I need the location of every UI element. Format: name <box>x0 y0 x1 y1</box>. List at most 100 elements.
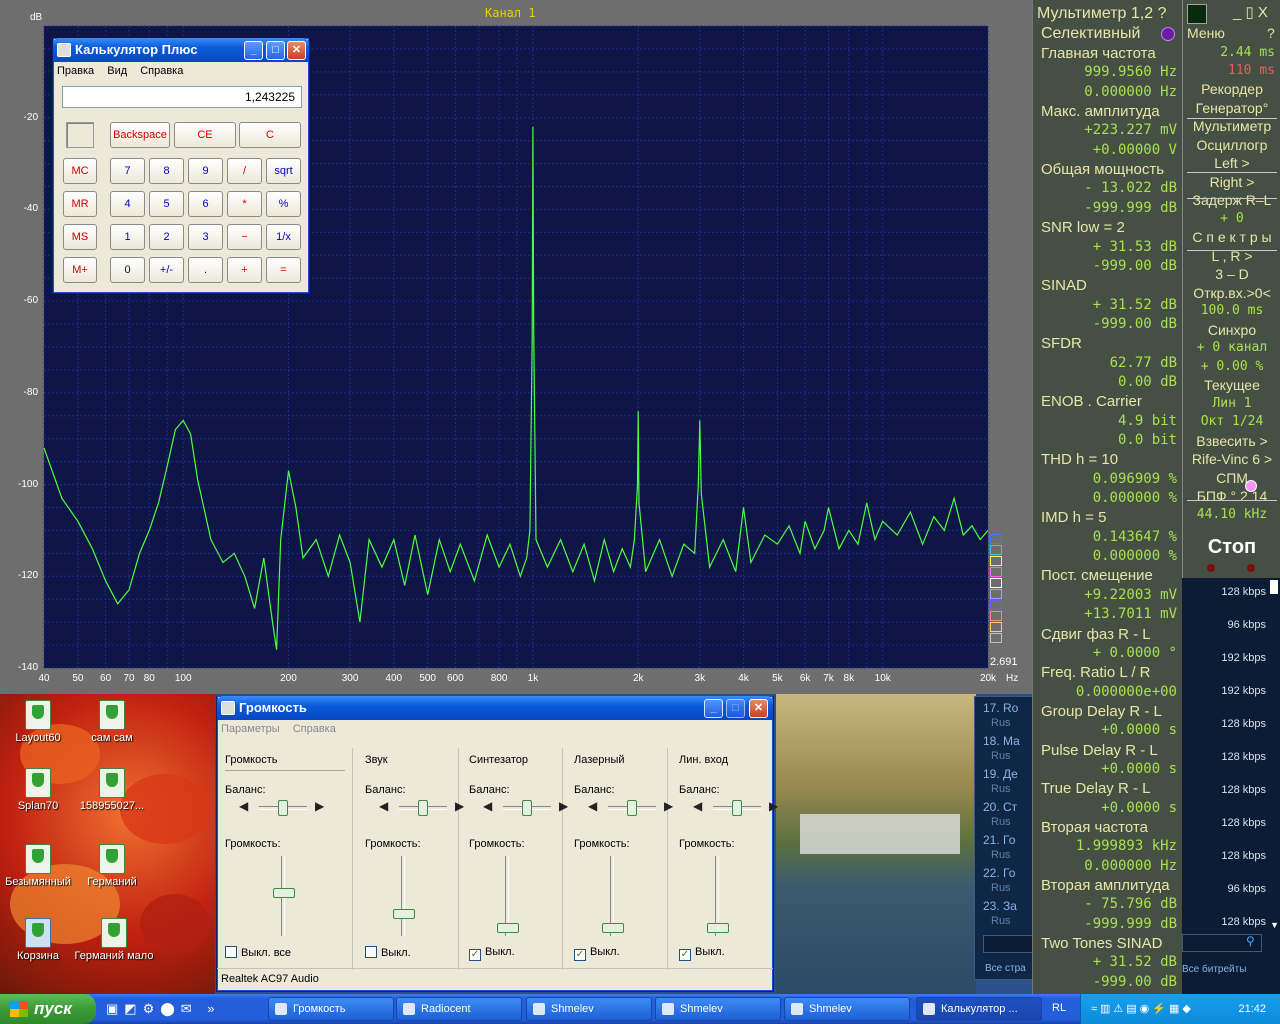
mode-indicator-icon[interactable] <box>1161 27 1175 41</box>
menu-view[interactable]: Вид <box>107 65 127 77</box>
menu-button[interactable]: Меню <box>1187 25 1225 41</box>
calc-key-button[interactable]: 4 <box>110 191 145 217</box>
meter-label[interactable]: Главная частота <box>1041 44 1181 63</box>
balance-slider[interactable] <box>399 800 447 816</box>
bitrate-item[interactable]: 128 kbps <box>1221 586 1266 598</box>
bitrate-item[interactable]: 128 kbps <box>1221 751 1266 763</box>
task-shmelev-2[interactable]: Shmelev <box>655 997 781 1021</box>
calc-key-button[interactable]: 3 <box>188 224 223 250</box>
balance-thumb[interactable] <box>278 800 288 816</box>
meter-label[interactable]: SNR low = 2 <box>1041 218 1181 237</box>
calc-key-button[interactable]: % <box>266 191 301 217</box>
meter-label[interactable]: Two Tones SINAD <box>1041 934 1181 953</box>
mute-checkbox[interactable]: Выкл. <box>365 946 411 959</box>
menu-item[interactable]: Задерж R–L <box>1183 191 1280 209</box>
meter-label[interactable]: Group Delay R - L <box>1041 702 1181 721</box>
meter-label[interactable]: Freq. Ratio L / R <box>1041 663 1181 682</box>
maximize-button[interactable]: □ <box>266 41 285 60</box>
calc-key-button[interactable]: 2 <box>149 224 184 250</box>
volume-thumb[interactable] <box>393 908 415 919</box>
balance-thumb[interactable] <box>627 800 637 816</box>
meter-label[interactable]: SFDR <box>1041 334 1181 353</box>
menu-item[interactable]: СПМ <box>1183 469 1280 487</box>
calculator-display[interactable]: 1,243225 <box>62 86 302 108</box>
radio-station-item[interactable]: 23. За <box>983 899 1017 913</box>
calc-ce-button[interactable]: CE <box>174 122 236 148</box>
language-indicator[interactable]: RL <box>1052 1002 1066 1014</box>
task-shmelev-1[interactable]: Shmelev <box>526 997 652 1021</box>
volume-thumb[interactable] <box>497 922 519 933</box>
volume-thumb[interactable] <box>707 922 729 933</box>
meter-label[interactable]: SINAD <box>1041 276 1181 295</box>
tray-icons[interactable]: ≈▥⚠▤◉⚡▦◆ <box>1081 994 1194 1024</box>
balance-thumb[interactable] <box>522 800 532 816</box>
quick-launch[interactable]: ▣◩⚙⬤✉ » <box>106 1001 256 1017</box>
marker-boxes[interactable] <box>990 534 1002 652</box>
menu-item[interactable]: Синхро <box>1183 321 1280 339</box>
meter-label[interactable]: True Delay R - L <box>1041 779 1181 798</box>
radio-filter-bitrate[interactable]: Все битрейты <box>1182 964 1246 975</box>
bitrate-item[interactable]: 128 kbps <box>1221 718 1266 730</box>
radio-filter-country[interactable]: Все стра <box>985 963 1026 974</box>
calc-backspace-button[interactable]: Backspace <box>110 122 170 148</box>
volume-slider[interactable] <box>707 856 729 936</box>
radio-station-item[interactable]: 19. Де <box>983 767 1018 781</box>
desktop-icon-recycle-bin[interactable]: Корзина <box>0 918 76 962</box>
menu-volume-help[interactable]: Справка <box>293 723 336 735</box>
desktop-icon-untitled[interactable]: Безымянный <box>0 844 76 888</box>
volume-minimize-button[interactable]: _ <box>704 699 723 718</box>
task-volume[interactable]: Громкость <box>268 997 394 1021</box>
calc-key-button[interactable]: 0 <box>110 257 145 283</box>
calc-key-button[interactable]: = <box>266 257 301 283</box>
calc-key-button[interactable]: 1/x <box>266 224 301 250</box>
menu-item[interactable]: 3 – D <box>1183 265 1280 283</box>
calc-key-button[interactable]: 7 <box>110 158 145 184</box>
menu-edit[interactable]: Правка <box>57 65 94 77</box>
bitrate-item[interactable]: 128 kbps <box>1221 916 1266 928</box>
meter-label[interactable]: IMD h = 5 <box>1041 508 1181 527</box>
calc-key-button[interactable]: sqrt <box>266 158 301 184</box>
calc-key-button[interactable]: / <box>227 158 262 184</box>
menu-item[interactable]: Осциллогр <box>1183 136 1280 154</box>
calc-key-button[interactable]: +/- <box>149 257 184 283</box>
calc-key-button[interactable]: * <box>227 191 262 217</box>
volume-slider[interactable] <box>273 856 295 936</box>
menu-item[interactable]: Взвесить > <box>1183 432 1280 450</box>
meter-label[interactable]: Макс. амплитуда <box>1041 102 1181 121</box>
calc-key-button[interactable]: 5 <box>149 191 184 217</box>
calc-mr-button[interactable]: MR <box>63 191 97 217</box>
bitrate-item[interactable]: 192 kbps <box>1221 685 1266 697</box>
calc-mc-button[interactable]: MC <box>63 158 97 184</box>
calc-mplus-button[interactable]: M+ <box>63 257 97 283</box>
desktop-icon-158955027[interactable]: 158955027... <box>74 768 150 812</box>
desktop-icon-layout60[interactable]: Layout60 <box>0 700 76 744</box>
calc-key-button[interactable]: − <box>227 224 262 250</box>
balance-slider[interactable] <box>608 800 656 816</box>
radio-station-item[interactable]: 18. Ма <box>983 734 1020 748</box>
window-controls[interactable]: _ ▯ X <box>1233 3 1268 21</box>
radio-station-item[interactable]: 22. Го <box>983 866 1015 880</box>
menu-item[interactable]: С п е к т р ы <box>1183 228 1280 246</box>
calc-key-button[interactable]: 8 <box>149 158 184 184</box>
desktop-icon-sam[interactable]: сам сам <box>74 700 150 744</box>
start-button[interactable]: пуск <box>0 994 96 1024</box>
desktop-icon-germanium-small[interactable]: Германий мало <box>74 918 154 962</box>
psd-indicator-icon[interactable] <box>1245 480 1257 492</box>
bitrate-item[interactable]: 128 kbps <box>1221 850 1266 862</box>
bitrate-item[interactable]: 192 kbps <box>1221 652 1266 664</box>
radio-station-item[interactable]: 20. Ст <box>983 800 1017 814</box>
mute-checkbox[interactable]: ✓ Выкл. <box>679 946 725 961</box>
menu-options[interactable]: Параметры <box>221 723 280 735</box>
meter-label[interactable]: Пост. смещение <box>1041 566 1181 585</box>
menu-help[interactable]: Справка <box>140 65 183 77</box>
menu-item[interactable]: БПФ ° 2 14 <box>1183 487 1280 505</box>
menu-item[interactable]: Рекордер <box>1183 80 1280 98</box>
balance-thumb[interactable] <box>732 800 742 816</box>
bitrate-item[interactable]: 128 kbps <box>1221 817 1266 829</box>
meter-label[interactable]: Pulse Delay R - L <box>1041 741 1181 760</box>
volume-titlebar[interactable]: Громкость _ □ ✕ <box>217 696 773 720</box>
meter-label[interactable]: ENOB . Carrier <box>1041 392 1181 411</box>
desktop-icon-germanium[interactable]: Германий <box>74 844 150 888</box>
search-icon[interactable]: ⚲ <box>1246 934 1255 948</box>
task-shmelev-3[interactable]: Shmelev <box>784 997 910 1021</box>
